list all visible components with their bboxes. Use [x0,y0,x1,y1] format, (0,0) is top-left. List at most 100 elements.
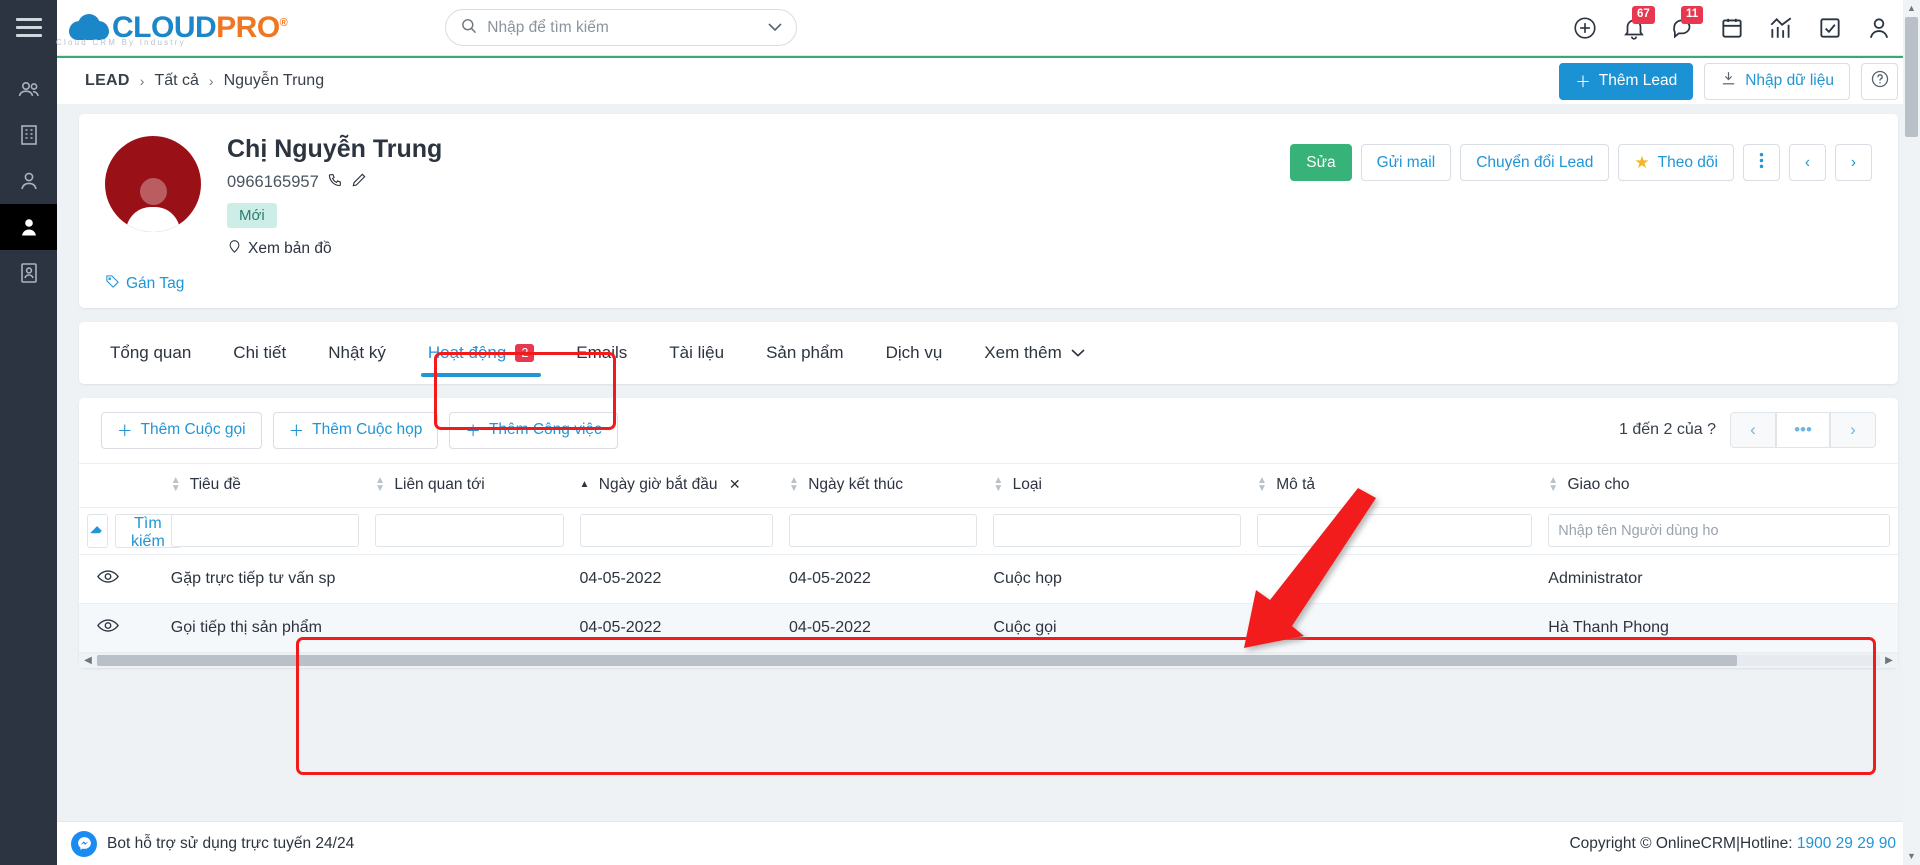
tab-label: Dịch vụ [885,342,943,362]
user-account-icon[interactable] [1866,15,1892,41]
column-label: Tiêu đề [189,476,241,493]
eye-icon[interactable] [97,569,119,588]
logo-text-pro: PRO [216,10,280,44]
follow-button[interactable]: ★ Theo dõi [1618,144,1734,181]
chart-icon[interactable] [1768,15,1794,41]
tab-nhat-ky[interactable]: Nhật ký [307,322,407,384]
pagination-prev-button[interactable]: ‹ [1730,412,1776,448]
assign-tag-link[interactable]: Gán Tag [105,274,184,294]
tab-xem-them[interactable]: Xem thêm [963,322,1105,384]
rail-item-person[interactable] [0,158,57,204]
global-search[interactable] [445,9,798,46]
support-chat[interactable]: Bot hỗ trợ sử dụng trực tuyến 24/24 [57,830,354,857]
table-row[interactable]: Gặp trực tiếp tư vấn sp 04-05-2022 04-05… [79,554,1898,603]
top-icon-group: 67 11 [1572,5,1920,41]
horizontal-scroll-track[interactable] [97,655,1880,666]
copyright-text: Copyright © OnlineCRM [1569,834,1736,852]
rail-item-document[interactable] [0,250,57,296]
column-header-assigned-to[interactable]: ▲ ▼ Giao cho [1540,462,1898,508]
add-task-button[interactable]: ＋ Thêm Công việc [449,411,618,449]
tab-label: Nhật ký [328,342,386,362]
breadcrumb-bar: LEAD › Tất cả › Nguyễn Trung ＋ Thêm Lead [57,56,1920,104]
rail-item-lead[interactable] [0,204,57,250]
view-map-link[interactable]: Xem bản đồ [227,238,442,260]
send-mail-button[interactable]: Gửi mail [1360,144,1452,181]
tab-dich-vu[interactable]: Dịch vụ [865,322,964,384]
vertical-scrollbar[interactable]: ▲ ▼ [1903,0,1920,865]
filter-input-description[interactable] [1257,514,1533,547]
filter-input-type[interactable] [993,514,1242,547]
add-circle-icon[interactable] [1572,15,1598,41]
column-label: Mô tả [1276,476,1316,493]
vertical-scroll-thumb[interactable] [1905,17,1918,137]
add-call-button[interactable]: ＋ Thêm Cuộc gọi [101,411,262,449]
clear-filters-button[interactable] [87,513,108,548]
column-header-type[interactable]: ▲ ▼ Loại [985,462,1250,508]
breadcrumb-level-2[interactable]: Tất cả [154,72,198,90]
filter-cell-description [1249,507,1541,555]
chevron-down-icon[interactable] [768,20,782,35]
hotline-number-link[interactable]: 1900 29 29 90 [1797,835,1896,852]
edit-pencil-icon[interactable] [351,172,367,193]
bell-icon[interactable]: 67 [1621,5,1655,41]
column-header-description[interactable]: ▲ ▼ Mô tả [1249,462,1541,508]
add-activity-buttons: ＋ Thêm Cuộc gọi ＋ Thêm Cuộc họp ＋ Thêm C… [101,411,618,449]
breadcrumb-level-3[interactable]: Nguyễn Trung [224,72,325,90]
tab-san-pham[interactable]: Sản phẩm [745,322,865,384]
edit-button[interactable]: Sửa [1290,144,1352,181]
task-check-icon[interactable] [1817,15,1843,41]
filter-input-start-date[interactable] [579,514,774,547]
tab-emails[interactable]: Emails [555,322,648,384]
search-input[interactable] [487,18,769,37]
phone-icon[interactable] [327,172,343,193]
vertical-scroll-track[interactable] [1903,17,1920,848]
rail-item-contacts[interactable] [0,66,57,112]
tab-tong-quan[interactable]: Tổng quan [89,322,212,384]
cell-title: Gọi tiếp thị sản phẩm [170,618,322,636]
filter-input-related[interactable] [375,514,564,547]
horizontal-scrollbar[interactable]: ◀ ▶ [79,652,1898,668]
column-label: Loại [1012,476,1042,493]
filter-input-assigned-to[interactable] [1548,514,1890,547]
cell-description [1249,554,1540,603]
left-nav-rail [0,56,57,865]
brand-logo[interactable]: CLOUDPRO® Cloud CRM By Industry [56,0,288,56]
column-header-end-date[interactable]: ▲ ▼ Ngày kết thúc [781,462,986,508]
rail-item-company[interactable] [0,112,57,158]
help-button[interactable] [1861,62,1898,100]
tab-hoat-dong[interactable]: Hoạt động 2 [407,322,555,384]
tab-tai-lieu[interactable]: Tài liệu [648,322,745,384]
column-label: Ngày kết thúc [808,476,904,493]
filter-input-title[interactable] [170,514,360,547]
filter-input-end-date[interactable] [789,514,978,547]
more-options-button[interactable] [1743,144,1780,181]
scroll-left-arrow-icon[interactable]: ◀ [79,655,97,666]
breadcrumb-root[interactable]: LEAD [85,72,130,90]
scroll-right-arrow-icon[interactable]: ▶ [1880,655,1898,666]
import-data-button[interactable]: Nhập dữ liệu [1704,62,1850,100]
add-meeting-button[interactable]: ＋ Thêm Cuộc họp [272,411,439,449]
column-header-related[interactable]: ▲ ▼ Liên quan tới [367,462,572,508]
pagination-more-button[interactable]: ••• [1776,412,1830,448]
menu-toggle-button[interactable] [0,0,57,56]
horizontal-scroll-thumb[interactable] [97,655,1738,666]
chat-icon[interactable]: 11 [1670,5,1704,41]
table-head: ▲ ▼ Tiêu đề ▲ ▼ Liên quan tới ▲ Ngày giờ b… [79,462,1898,508]
next-record-button[interactable]: › [1835,144,1872,181]
table-row[interactable]: Gọi tiếp thị sản phẩm 04-05-2022 04-05-2… [79,603,1898,652]
previous-record-button[interactable]: ‹ [1789,144,1826,181]
scroll-down-arrow-icon[interactable]: ▼ [1907,848,1916,865]
tab-chi-tiet[interactable]: Chi tiết [212,322,307,384]
scroll-up-arrow-icon[interactable]: ▲ [1907,0,1916,17]
eye-icon[interactable] [97,618,119,637]
download-icon [1720,70,1737,92]
clear-sort-icon[interactable]: ✕ [729,476,741,492]
pagination-next-button[interactable]: › [1830,412,1876,448]
column-header-start-date[interactable]: ▲ Ngày giờ bắt đầu ✕ [571,462,782,508]
add-lead-button[interactable]: ＋ Thêm Lead [1559,62,1694,100]
column-header-title[interactable]: ▲ ▼ Tiêu đề [162,462,368,508]
filter-row: Tìm kiếm [79,507,1898,555]
calendar-icon[interactable] [1719,15,1745,41]
convert-lead-button[interactable]: Chuyển đổi Lead [1460,144,1610,181]
avatar [105,136,201,232]
